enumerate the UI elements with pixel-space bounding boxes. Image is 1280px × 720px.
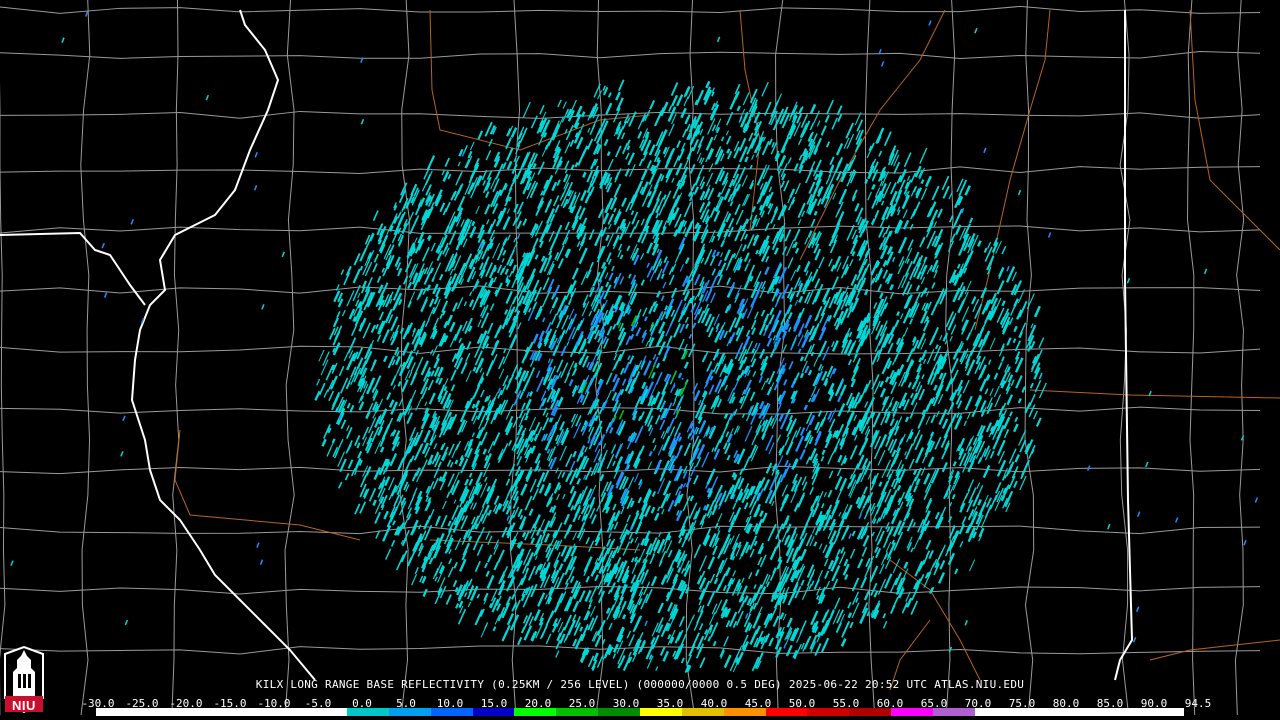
echo-streak (471, 403, 476, 409)
echo-streak (622, 614, 627, 620)
echo-streak (845, 526, 850, 532)
echo-streak (359, 322, 364, 328)
radar-map (0, 0, 1280, 720)
echo-streak (864, 178, 869, 184)
echo-streak (454, 459, 459, 465)
